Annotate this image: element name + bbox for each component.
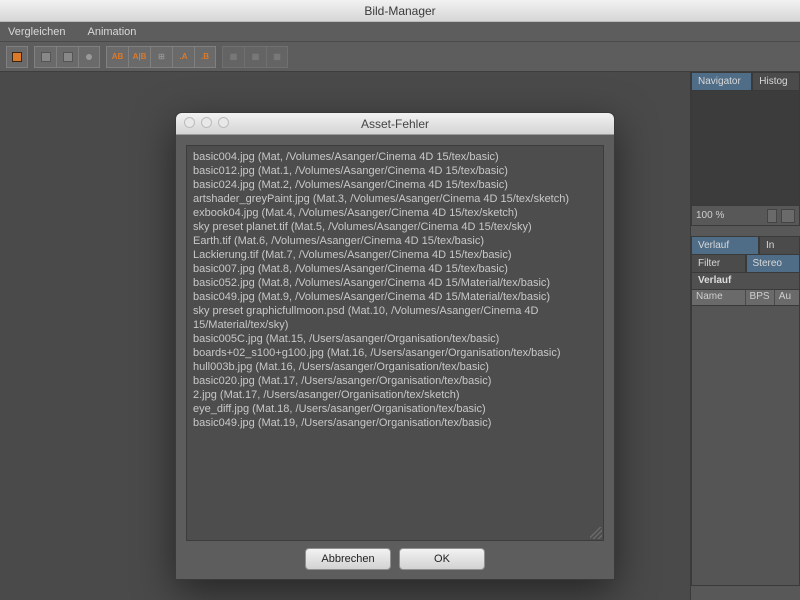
- split-vert-icon: A|B: [133, 52, 147, 61]
- tab-filter[interactable]: Filter: [691, 254, 746, 272]
- error-line: basic012.jpg (Mat.1, /Volumes/Asanger/Ci…: [193, 164, 597, 178]
- table-header: Name BPS Au: [691, 290, 800, 306]
- tool-split-vert[interactable]: A|B: [128, 46, 150, 68]
- traffic-zoom[interactable]: [218, 117, 229, 128]
- navigator-zoom: 100 %: [691, 206, 800, 226]
- col-name[interactable]: Name: [692, 290, 746, 305]
- traffic-minimize[interactable]: [201, 117, 212, 128]
- tool-view-dual[interactable]: [78, 46, 100, 68]
- swap-b-icon: .B: [201, 52, 209, 61]
- error-line: sky preset planet.tif (Mat.5, /Volumes/A…: [193, 220, 597, 234]
- error-line: basic052.jpg (Mat.8, /Volumes/Asanger/Ci…: [193, 276, 597, 290]
- error-line: basic007.jpg (Mat.8, /Volumes/Asanger/Ci…: [193, 262, 597, 276]
- error-line: eye_diff.jpg (Mat.18, /Users/asanger/Org…: [193, 402, 597, 416]
- asset-error-dialog: Asset-Fehler basic004.jpg (Mat, /Volumes…: [175, 112, 615, 580]
- dialog-titlebar[interactable]: Asset-Fehler: [176, 113, 614, 135]
- grid3-icon: ▦: [273, 52, 281, 61]
- col-au[interactable]: Au: [775, 290, 799, 305]
- resize-grip-icon[interactable]: [590, 527, 602, 539]
- error-line: Earth.tif (Mat.6, /Volumes/Asanger/Cinem…: [193, 234, 597, 248]
- menu-compare[interactable]: Vergleichen: [8, 26, 66, 38]
- tab-in[interactable]: In: [759, 236, 800, 254]
- stack-icon: [86, 54, 92, 60]
- traffic-close[interactable]: [184, 117, 195, 128]
- error-line: artshader_greyPaint.jpg (Mat.3, /Volumes…: [193, 192, 597, 206]
- error-line: basic049.jpg (Mat.9, /Volumes/Asanger/Ci…: [193, 290, 597, 304]
- tool-disabled-2: ▦: [244, 46, 266, 68]
- grid1-icon: ▦: [230, 52, 238, 61]
- error-line: basic024.jpg (Mat.2, /Volumes/Asanger/Ci…: [193, 178, 597, 192]
- tool-swap-a[interactable]: .A: [172, 46, 194, 68]
- error-line: basic005C.jpg (Mat.15, /Users/asanger/Or…: [193, 332, 597, 346]
- tool-disabled-3: ▦: [266, 46, 288, 68]
- error-line: boards+02_s100+g100.jpg (Mat.16, /Users/…: [193, 346, 597, 360]
- dialog-button-row: Abbrechen OK: [176, 545, 614, 579]
- zoom-value: 100 %: [696, 210, 763, 221]
- tool-compare-ab[interactable]: AB: [106, 46, 128, 68]
- tool-open-image[interactable]: [6, 46, 28, 68]
- error-line: hull003b.jpg (Mat.16, /Users/asanger/Org…: [193, 360, 597, 374]
- toolbar: AB A|B ⊞ .A .B ▦ ▦ ▦: [0, 42, 800, 72]
- tab-verlauf[interactable]: Verlauf: [691, 236, 759, 254]
- traffic-lights: [184, 117, 229, 128]
- navigator-viewport[interactable]: [691, 90, 800, 206]
- tab-stereo[interactable]: Stereo: [746, 254, 800, 272]
- tool-disabled-1: ▦: [222, 46, 244, 68]
- error-line: exbook04.jpg (Mat.4, /Volumes/Asanger/Ci…: [193, 206, 597, 220]
- side-panel: Navigator Histog 100 % Verlauf In Filter…: [690, 72, 800, 600]
- error-line: basic020.jpg (Mat.17, /Users/asanger/Org…: [193, 374, 597, 388]
- tool-view-a[interactable]: [34, 46, 56, 68]
- error-line: 2.jpg (Mat.17, /Users/asanger/Organisati…: [193, 388, 597, 402]
- ab-icon: AB: [112, 52, 124, 61]
- error-line: basic049.jpg (Mat.19, /Users/asanger/Org…: [193, 416, 597, 430]
- split-horiz-icon: ⊞: [158, 52, 165, 61]
- tool-split-horiz[interactable]: ⊞: [150, 46, 172, 68]
- dialog-message-list[interactable]: basic004.jpg (Mat, /Volumes/Asanger/Cine…: [186, 145, 604, 541]
- tool-view-b[interactable]: [56, 46, 78, 68]
- table-body[interactable]: [691, 306, 800, 586]
- ok-button[interactable]: OK: [399, 548, 485, 570]
- tab-navigator[interactable]: Navigator: [691, 72, 752, 90]
- section-header-verlauf: Verlauf: [691, 272, 800, 290]
- error-line: basic004.jpg (Mat, /Volumes/Asanger/Cine…: [193, 150, 597, 164]
- tool-swap-b[interactable]: .B: [194, 46, 216, 68]
- zoom-stepper[interactable]: [767, 209, 777, 223]
- zoom-extra[interactable]: [781, 209, 795, 223]
- tab-histogram[interactable]: Histog: [752, 72, 800, 90]
- menu-animation[interactable]: Animation: [88, 26, 137, 38]
- error-line: sky preset graphicfullmoon.psd (Mat.10, …: [193, 304, 597, 332]
- window-titlebar: Bild-Manager: [0, 0, 800, 22]
- error-line: Lackierung.tif (Mat.7, /Volumes/Asanger/…: [193, 248, 597, 262]
- menubar: Vergleichen Animation: [0, 22, 800, 42]
- cancel-button[interactable]: Abbrechen: [305, 548, 391, 570]
- dialog-title: Asset-Fehler: [361, 117, 429, 131]
- grid2-icon: ▦: [252, 52, 260, 61]
- swap-a-icon: .A: [180, 52, 188, 61]
- col-bps[interactable]: BPS: [746, 290, 775, 305]
